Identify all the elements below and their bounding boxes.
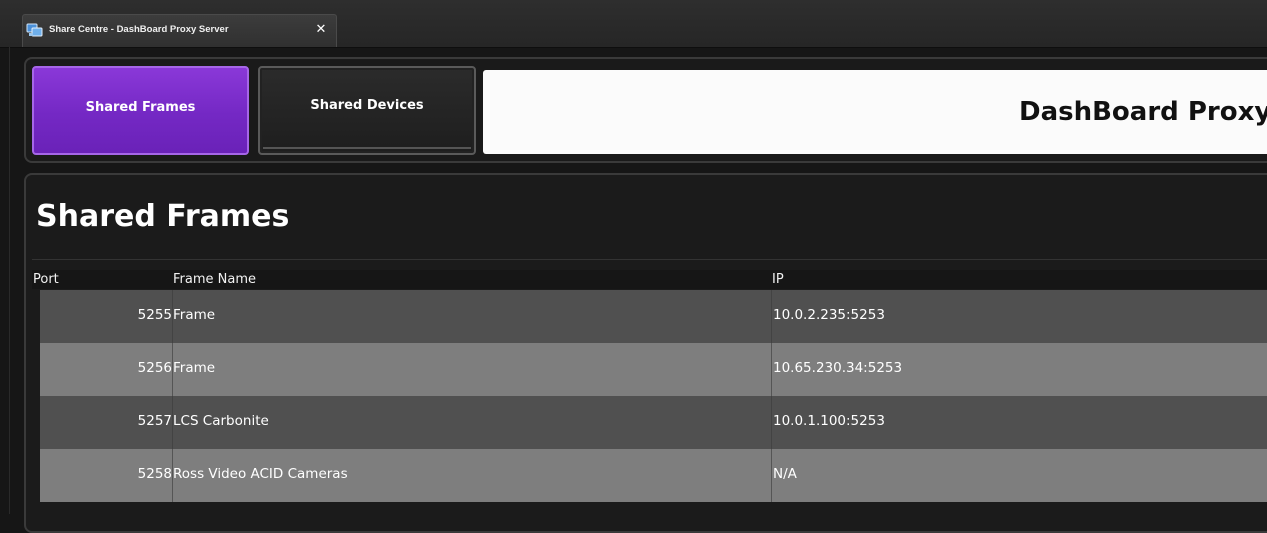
title-divider	[32, 259, 1267, 260]
cell-divider	[771, 449, 772, 502]
app-left-border	[9, 47, 10, 514]
page-title: Shared Frames	[36, 199, 290, 234]
close-icon[interactable]: ✕	[312, 21, 330, 39]
tab-shared-devices-label: Shared Devices	[310, 98, 424, 113]
tab-shared-frames-label: Shared Frames	[85, 100, 196, 115]
row-ip: 10.0.2.235:5253	[773, 307, 885, 323]
window-tab-strip: Share Centre - DashBoard Proxy Server ✕	[0, 0, 1267, 48]
app-icon	[26, 23, 43, 37]
row-port: 5257	[137, 413, 172, 429]
row-frame-name: LCS Carbonite	[173, 413, 269, 429]
table-header: Port Frame Name IP	[32, 270, 1267, 289]
cell-divider	[771, 343, 772, 396]
header-banner: DashBoard Proxy Server	[483, 70, 1267, 154]
banner-title: DashBoard Proxy Server	[1019, 97, 1267, 127]
row-ip: N/A	[773, 466, 797, 482]
table-row[interactable]: 5257 LCS Carbonite 10.0.1.100:5253	[40, 396, 1267, 449]
cell-divider	[771, 396, 772, 449]
row-frame-name: Frame	[173, 360, 216, 376]
row-port: 5258	[137, 466, 172, 482]
row-ip: 10.65.230.34:5253	[773, 360, 903, 376]
column-header-frame-name[interactable]: Frame Name	[173, 272, 256, 287]
table-row[interactable]: 5256 Frame 10.65.230.34:5253	[40, 343, 1267, 396]
row-frame-name: Frame	[173, 307, 216, 323]
row-frame-name: Ross Video ACID Cameras	[173, 466, 348, 482]
column-header-ip[interactable]: IP	[772, 272, 784, 287]
column-header-port[interactable]: Port	[33, 272, 59, 287]
table-row[interactable]: 5255 Frame 10.0.2.235:5253	[40, 290, 1267, 343]
tab-underline	[263, 147, 471, 149]
row-ip: 10.0.1.100:5253	[773, 413, 885, 429]
tab-shared-devices[interactable]: Shared Devices	[258, 66, 476, 155]
row-port: 5255	[137, 307, 172, 323]
cell-divider	[771, 290, 772, 343]
row-port: 5256	[137, 360, 172, 376]
window-tab[interactable]: Share Centre - DashBoard Proxy Server ✕	[22, 14, 337, 47]
tab-shared-frames[interactable]: Shared Frames	[32, 66, 249, 155]
window-tab-title: Share Centre - DashBoard Proxy Server	[49, 24, 229, 35]
table-row[interactable]: 5258 Ross Video ACID Cameras N/A	[40, 449, 1267, 502]
